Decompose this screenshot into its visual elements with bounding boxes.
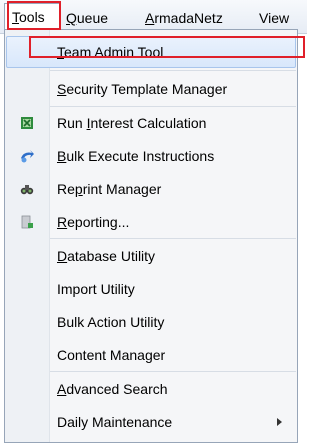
menu-item-import-utility[interactable]: Import Utility [6, 273, 296, 305]
highlight-box-team-admin-tool [29, 36, 305, 58]
binoculars-icon [20, 185, 34, 195]
submenu-arrow-icon [277, 418, 282, 426]
menu-view[interactable]: View [259, 9, 289, 27]
spreadsheet-icon [21, 117, 33, 129]
menu-item-content-manager[interactable]: Content Manager [6, 339, 296, 371]
menu-separator [50, 371, 296, 372]
menu-armadanetz[interactable]: ArmadaNetz [145, 9, 223, 27]
tools-dropdown-menu: Team Admin Tool Security Template Manage… [4, 29, 298, 443]
menu-item-security-template-manager[interactable]: Security Template Manager [6, 73, 296, 105]
execute-icon [21, 150, 34, 163]
menu-item-bulk-execute-instructions[interactable]: Bulk Execute Instructions [6, 140, 296, 172]
report-icon [21, 215, 33, 229]
menu-item-advanced-search[interactable]: Advanced Search [6, 373, 296, 405]
menu-separator [50, 238, 296, 239]
menu-item-daily-maintenance[interactable]: Daily Maintenance [6, 406, 296, 438]
menu-item-bulk-action-utility[interactable]: Bulk Action Utility [6, 306, 296, 338]
menu-item-run-interest-calculation[interactable]: Run Interest Calculation [6, 107, 296, 139]
menu-item-database-utility[interactable]: Database Utility [6, 240, 296, 272]
menu-separator [50, 70, 296, 71]
menu-queue[interactable]: Queue [66, 9, 108, 27]
menu-item-reporting[interactable]: Reporting... [6, 206, 296, 238]
menu-item-reprint-manager[interactable]: Reprint Manager [6, 173, 296, 205]
highlight-box-tools [7, 1, 61, 30]
